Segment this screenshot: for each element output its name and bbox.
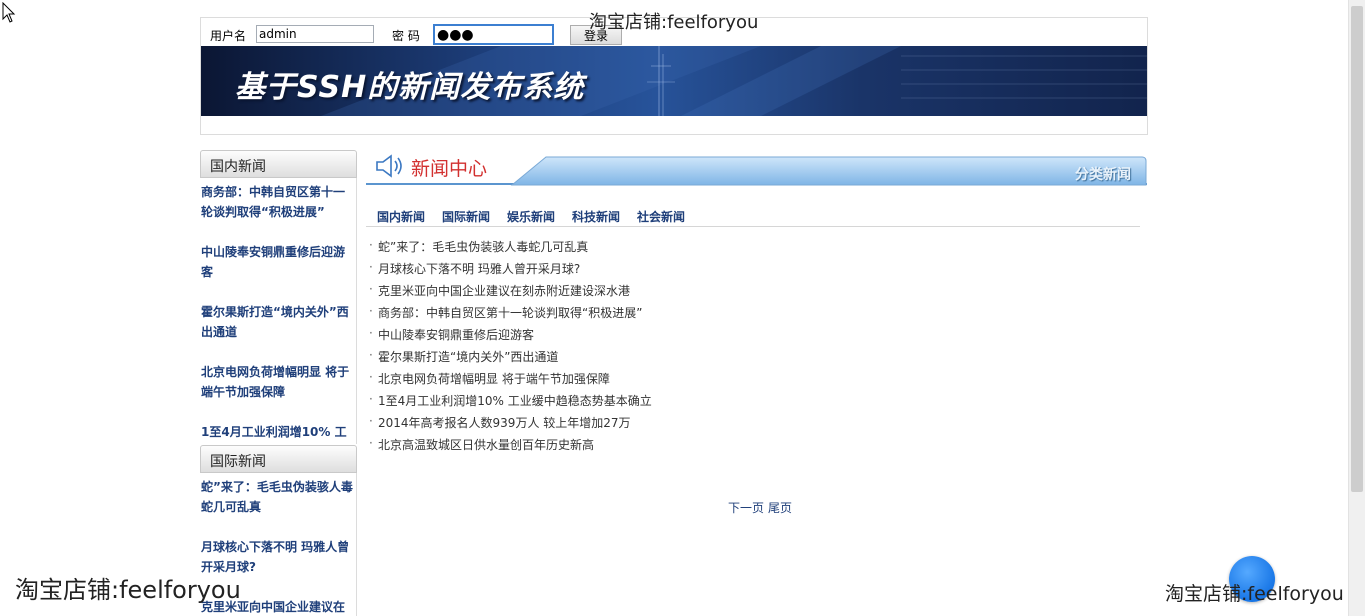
news-list-item[interactable]: · 1至4月工业利润增10% 工业缓中趋稳态势基本确立: [369, 392, 1139, 414]
sidebar-news-link[interactable]: 商务部：中韩自贸区第十一轮谈判取得“积极进展”: [201, 182, 353, 222]
sidebar-header-domestic: 国内新闻: [200, 150, 357, 178]
bullet: ·: [369, 304, 373, 318]
news-link[interactable]: 1至4月工业利润增10% 工业缓中趋稳态势基本确立: [378, 392, 652, 409]
news-list-item[interactable]: · 北京高温致城区日供水量创百年历史新高: [369, 436, 1139, 458]
arrow-cursor-icon: [2, 2, 16, 23]
site-header: 用户名 密 码 登录 基于SSH的新闻发布系统: [200, 17, 1148, 135]
bullet: ·: [369, 326, 373, 340]
username-input[interactable]: [256, 25, 374, 43]
sidebar-news-link[interactable]: 中山陵奉安铜鼎重修后迎游客: [201, 242, 353, 282]
news-link[interactable]: 北京电网负荷增幅明显 将于端午节加强保障: [378, 370, 610, 387]
news-list-item[interactable]: · 蛇”来了：毛毛虫伪装骇人毒蛇几可乱真: [369, 238, 1139, 260]
last-page-link[interactable]: 尾页: [768, 501, 792, 515]
tab-international-news[interactable]: 国际新闻: [442, 208, 490, 225]
news-link[interactable]: 北京高温致城区日供水量创百年历史新高: [378, 436, 594, 453]
next-page-link[interactable]: 下一页: [728, 501, 764, 515]
bullet: ·: [369, 370, 373, 384]
news-center-header: 新闻中心 分类新闻: [366, 150, 1147, 186]
bullet: ·: [369, 436, 373, 450]
news-list-item[interactable]: · 霍尔果斯打造“境内关外”西出通道: [369, 348, 1139, 370]
bullet: ·: [369, 348, 373, 362]
bullet: ·: [369, 238, 373, 252]
sidebar-news-link[interactable]: 北京电网负荷增幅明显 将于端午节加强保障: [201, 362, 353, 402]
tab-entertainment-news[interactable]: 娱乐新闻: [507, 208, 555, 225]
sidebar-header-international: 国际新闻: [200, 445, 357, 473]
banner-title: 基于SSH的新闻发布系统: [235, 70, 585, 105]
sidebar-header-international-label: 国际新闻: [210, 454, 266, 470]
username-label: 用户名: [210, 29, 247, 43]
news-list-item[interactable]: · 商务部：中韩自贸区第十一轮谈判取得“积极进展”: [369, 304, 1139, 326]
password-label: 密 码: [392, 29, 420, 43]
password-input[interactable]: [433, 24, 554, 45]
news-list-item[interactable]: · 克里米亚向中国企业建议在刻赤附近建设深水港: [369, 282, 1139, 304]
main-content: 新闻中心 分类新闻 国内新闻 国际新闻 娱乐新闻 科技新闻 社会新闻 · 蛇”来…: [366, 150, 1147, 616]
news-link[interactable]: 克里米亚向中国企业建议在刻赤附近建设深水港: [378, 282, 630, 299]
watermark-bottom-right: 淘宝店铺:feelforyou: [1165, 583, 1344, 605]
banner: 基于SSH的新闻发布系统: [201, 46, 1147, 116]
sidebar: 国内新闻 商务部：中韩自贸区第十一轮谈判取得“积极进展” 中山陵奉安铜鼎重修后迎…: [200, 150, 357, 616]
news-link[interactable]: 商务部：中韩自贸区第十一轮谈判取得“积极进展”: [378, 304, 642, 321]
news-link[interactable]: 蛇”来了：毛毛虫伪装骇人毒蛇几可乱真: [378, 238, 588, 255]
news-link[interactable]: 中山陵奉安铜鼎重修后迎游客: [378, 326, 534, 343]
sidebar-news-link[interactable]: 霍尔果斯打造“境内关外”西出通道: [201, 302, 353, 342]
bullet: ·: [369, 392, 373, 406]
bullet: ·: [369, 282, 373, 296]
vertical-scrollbar[interactable]: [1348, 0, 1365, 616]
pagination: 下一页 尾页: [728, 499, 796, 516]
news-list-item[interactable]: · 北京电网负荷增幅明显 将于端午节加强保障: [369, 370, 1139, 392]
page: 用户名 密 码 登录 基于SSH的新闻发布系统: [0, 0, 1365, 616]
news-link[interactable]: 月球核心下落不明 玛雅人曾开采月球?: [378, 260, 580, 277]
sidebar-news-link[interactable]: 1至4月工业利润增10% 工: [201, 422, 353, 442]
scrollbar-thumb[interactable]: [1351, 6, 1363, 492]
bullet: ·: [369, 414, 373, 428]
tab-society-news[interactable]: 社会新闻: [637, 208, 685, 225]
news-list-item[interactable]: · 中山陵奉安铜鼎重修后迎游客: [369, 326, 1139, 348]
news-link[interactable]: 2014年高考报名人数939万人 较上年增加27万: [378, 414, 631, 431]
watermark-top: 淘宝店铺:feelforyou: [589, 12, 759, 33]
tab-tech-news[interactable]: 科技新闻: [572, 208, 620, 225]
speaker-icon: [376, 154, 402, 178]
sidebar-news-link[interactable]: 蛇”来了：毛毛虫伪装骇人毒蛇几可乱真: [201, 477, 353, 517]
watermark-bottom-left: 淘宝店铺:feelforyou: [15, 576, 241, 604]
category-tabs: 国内新闻 国际新闻 娱乐新闻 科技新闻 社会新闻: [366, 205, 1140, 227]
news-list-item[interactable]: · 2014年高考报名人数939万人 较上年增加27万: [369, 414, 1139, 436]
category-tag: 分类新闻: [1075, 167, 1131, 183]
sidebar-header-domestic-label: 国内新闻: [210, 159, 266, 175]
bullet: ·: [369, 260, 373, 274]
tab-domestic-news[interactable]: 国内新闻: [377, 208, 425, 225]
news-center-title: 新闻中心: [411, 158, 488, 180]
news-link[interactable]: 霍尔果斯打造“境内关外”西出通道: [378, 348, 558, 365]
news-list-item[interactable]: · 月球核心下落不明 玛雅人曾开采月球?: [369, 260, 1139, 282]
sidebar-list-domestic: 商务部：中韩自贸区第十一轮谈判取得“积极进展” 中山陵奉安铜鼎重修后迎游客 霍尔…: [200, 178, 357, 444]
